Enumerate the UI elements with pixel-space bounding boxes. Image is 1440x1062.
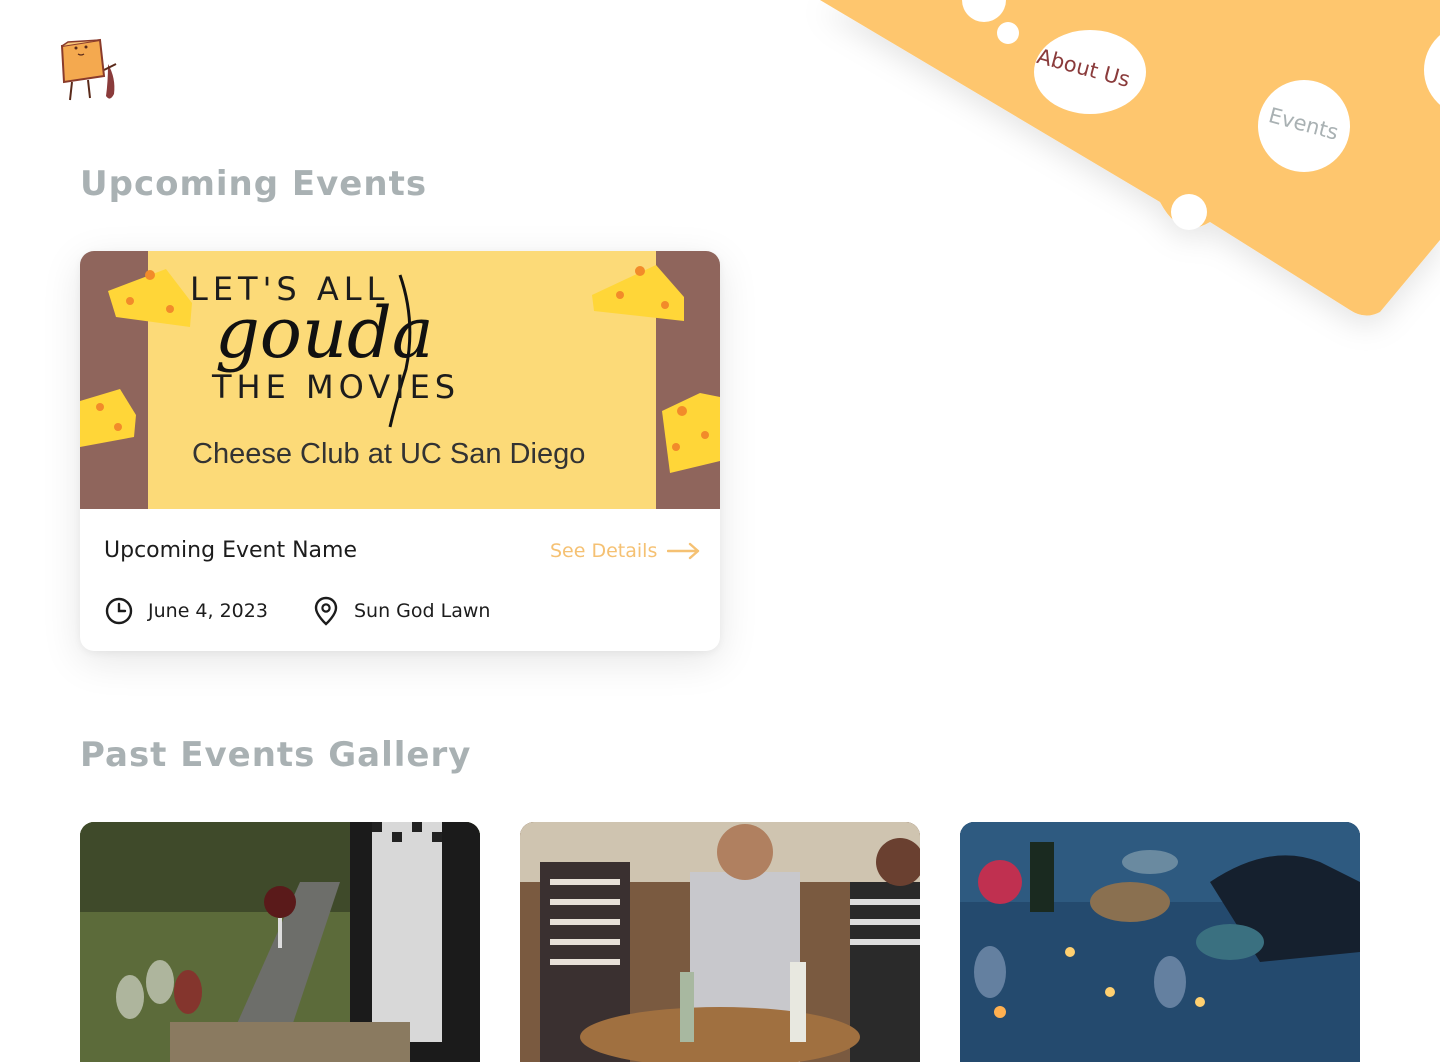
location-pin-icon (314, 596, 338, 626)
see-details-link[interactable]: See Details (550, 540, 701, 562)
nav-events-link[interactable]: Events (1266, 103, 1341, 145)
gallery-photo-2[interactable] (520, 822, 920, 1062)
see-details-label: See Details (550, 540, 658, 562)
gallery-photo-3[interactable] (960, 822, 1360, 1062)
upcoming-events-title: Upcoming Events (80, 164, 428, 204)
event-date: June 4, 2023 (104, 596, 268, 626)
poster-line-3: THE MOVIES (212, 368, 461, 406)
poster-subtitle: Cheese Club at UC San Diego (192, 438, 586, 470)
poster-script-text: gouda (215, 292, 434, 374)
friends-party-photo (520, 822, 920, 1062)
dinner-table-photo (960, 822, 1360, 1062)
event-location-text: Sun God Lawn (354, 600, 491, 622)
event-name: Upcoming Event Name (104, 538, 357, 563)
nav-about-link[interactable]: About Us (1035, 44, 1133, 92)
cheese-mascot-icon (60, 38, 117, 101)
gallery-photo-1[interactable] (80, 822, 480, 1062)
arrow-right-icon (667, 542, 700, 560)
past-events-title: Past Events Gallery (80, 735, 472, 775)
event-location: Sun God Lawn (312, 596, 490, 626)
wine-tasting-photo (80, 822, 480, 1062)
clock-icon (105, 597, 133, 625)
event-date-text: June 4, 2023 (148, 600, 268, 622)
logo[interactable] (54, 34, 126, 106)
